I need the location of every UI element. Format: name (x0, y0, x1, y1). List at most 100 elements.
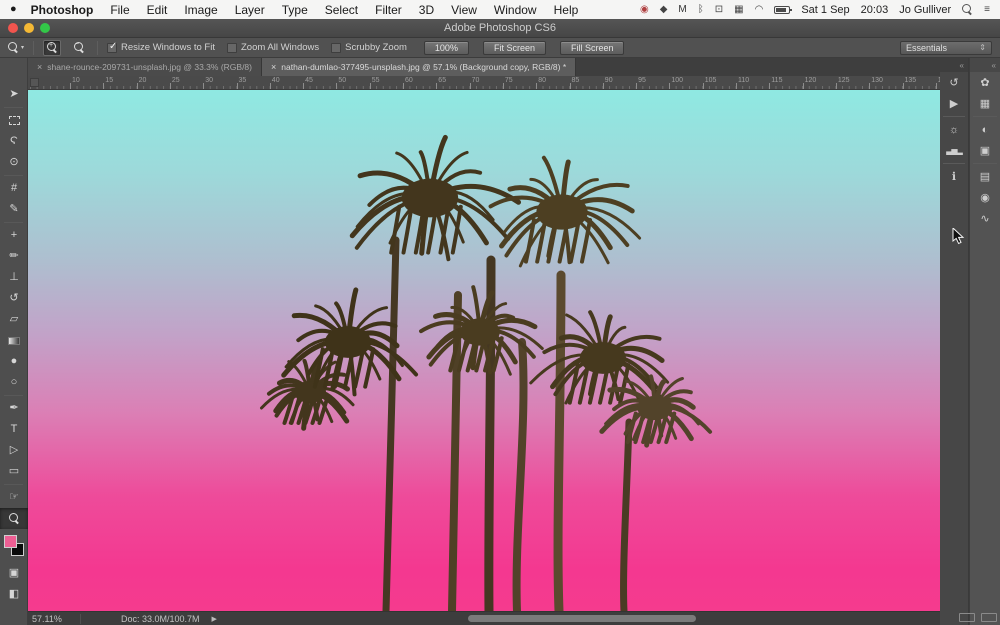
history-brush-tool[interactable]: ↺ (0, 288, 28, 309)
swatches-panel-icon[interactable]: ▦ (970, 93, 1000, 114)
layers-panel-icon-glyph: ▤ (980, 170, 990, 183)
notification-center-icon[interactable]: ≡ (984, 0, 990, 19)
status-expand-arrow[interactable]: ▶ (212, 615, 217, 623)
menu-select[interactable]: Select (325, 3, 358, 17)
document-canvas[interactable] (28, 90, 940, 611)
ruler-label: 60 (405, 77, 413, 84)
screen-recording-icon[interactable]: ◉ (640, 0, 649, 19)
spotlight-search-icon[interactable] (962, 4, 973, 15)
close-tab-icon[interactable]: × (37, 62, 42, 72)
airplay-display-icon[interactable]: ⊡ (715, 0, 723, 19)
dodge-tool[interactable]: ○ (0, 372, 28, 393)
menu-view[interactable]: View (451, 3, 477, 17)
brush-tool[interactable]: ✏ (0, 246, 28, 267)
pen-tool-icon: ✒ (9, 403, 18, 414)
lasso-tool[interactable]: Ϛ (0, 131, 28, 152)
checkbox-box (331, 43, 341, 53)
menu-edit[interactable]: Edit (147, 3, 168, 17)
shield-icon[interactable]: ◆ (660, 0, 668, 19)
history-panel-icon[interactable]: ↺ (940, 72, 968, 93)
paths-panel-icon[interactable]: ∿ (970, 208, 1000, 229)
zoom-level-field[interactable]: 57.11% (28, 614, 80, 624)
tool-group-separator (4, 395, 23, 396)
dock-corner-box[interactable] (959, 613, 975, 622)
menu-window[interactable]: Window (494, 3, 537, 17)
battery-icon[interactable] (774, 6, 790, 14)
palm-trees-artwork (28, 90, 940, 611)
path-selection-tool[interactable]: ▷ (0, 440, 28, 461)
quick-mask-button[interactable]: ▣ (0, 563, 28, 584)
close-tab-icon[interactable]: × (271, 62, 276, 72)
checkbox-resize-windows-to-fit[interactable]: ✓Resize Windows to Fit (107, 42, 215, 53)
zoom-out-button[interactable]: − (70, 40, 88, 56)
minimize-window-button[interactable] (24, 23, 34, 33)
menu-user-name[interactable]: Jo Gulliver (899, 4, 951, 16)
workspace-switcher[interactable]: Essentials ⇕ (900, 41, 992, 55)
eyedropper-tool[interactable]: ✎ (0, 199, 28, 220)
checkbox-label: Zoom All Windows (241, 42, 319, 53)
apple-menu-icon[interactable]: ● (10, 0, 17, 19)
close-window-button[interactable] (8, 23, 18, 33)
app-m-icon[interactable]: M (678, 0, 686, 19)
check-icon: ✓ (109, 41, 117, 52)
channels-panel-icon[interactable]: ◉ (970, 187, 1000, 208)
foreground-color-swatch[interactable] (4, 535, 17, 548)
quick-selection-tool[interactable]: ⊙ (0, 152, 28, 173)
ruler-label: 40 (272, 77, 280, 84)
fit-screen-button[interactable]: Fit Screen (483, 41, 546, 55)
input-source-icon[interactable]: ▦ (734, 0, 743, 19)
styles-panel-icon[interactable]: ▣ (970, 140, 1000, 161)
eraser-tool[interactable]: ▱ (0, 309, 28, 330)
horizontal-scrollbar-thumb[interactable] (468, 615, 696, 622)
menu-photoshop[interactable]: Photoshop (31, 3, 94, 17)
rectangle-tool[interactable]: ▭ (0, 461, 28, 482)
menu-layer[interactable]: Layer (235, 3, 265, 17)
dock-corner-box[interactable] (981, 613, 997, 622)
separator (80, 614, 81, 624)
dock-expand-arrow[interactable]: « (940, 58, 968, 72)
info-panel-icon[interactable]: ℹ (940, 166, 968, 187)
document-tab-bar: ×shane-rounce-209731-unsplash.jpg @ 33.3… (28, 58, 940, 76)
100--button[interactable]: 100% (424, 41, 469, 55)
document-tab[interactable]: ×shane-rounce-209731-unsplash.jpg @ 33.3… (28, 58, 262, 76)
checkbox-scrubby-zoom[interactable]: Scrubby Zoom (331, 42, 407, 53)
fill-screen-button[interactable]: Fill Screen (560, 41, 625, 55)
zoom-tool[interactable] (0, 508, 28, 529)
photoshop-screen: ● Photoshop File Edit Image Layer Type Select F… (0, 0, 1000, 625)
type-tool-icon: T (11, 424, 18, 435)
color-panel-icon[interactable]: ✿ (970, 72, 1000, 93)
document-tab-active[interactable]: ×nathan-dumlao-377495-unsplash.jpg @ 57.… (262, 58, 576, 76)
bluetooth-icon[interactable]: ᛒ (698, 0, 704, 19)
current-tool-icon[interactable]: ▾ (8, 42, 24, 53)
crop-tool[interactable]: # (0, 178, 28, 199)
hand-tool[interactable]: ☞ (0, 487, 28, 508)
move-tool[interactable]: ➤ (0, 84, 28, 105)
blur-tool[interactable]: ● (0, 351, 28, 372)
menu-type[interactable]: Type (282, 3, 308, 17)
menu-3d[interactable]: 3D (419, 3, 434, 17)
layers-panel-icon[interactable]: ▤ (970, 166, 1000, 187)
document-size-info: Doc: 33.0M/100.7M (121, 614, 200, 624)
screen-mode-button[interactable]: ◧ (0, 584, 28, 605)
menu-file[interactable]: File (110, 3, 129, 17)
pen-tool[interactable]: ✒ (0, 398, 28, 419)
ruler-tick (536, 83, 537, 89)
menu-help[interactable]: Help (554, 3, 579, 17)
dock-expand-arrow[interactable]: « (970, 58, 1000, 72)
histogram-panel-icon[interactable]: ▃▅▂ (940, 140, 968, 161)
rectangular-marquee-tool[interactable] (0, 110, 28, 131)
adjustments2-panel-icon[interactable]: ◐ (970, 119, 1000, 140)
wifi-icon[interactable]: ◠ (755, 0, 764, 19)
actions-panel-icon[interactable]: ▶ (940, 93, 968, 114)
clone-stamp-tool[interactable]: ⊥ (0, 267, 28, 288)
spot-healing-brush-tool[interactable]: + (0, 225, 28, 246)
window-title-bar[interactable]: Adobe Photoshop CS6 (0, 19, 1000, 38)
zoom-in-button[interactable]: + (43, 40, 61, 56)
gradient-tool[interactable] (0, 330, 28, 351)
menu-filter[interactable]: Filter (375, 3, 402, 17)
checkbox-zoom-all-windows[interactable]: Zoom All Windows (227, 42, 319, 53)
zoom-window-button[interactable] (40, 23, 50, 33)
menu-image[interactable]: Image (184, 3, 217, 17)
type-tool[interactable]: T (0, 419, 28, 440)
adjustments-panel-icon[interactable]: ☼ (940, 119, 968, 140)
